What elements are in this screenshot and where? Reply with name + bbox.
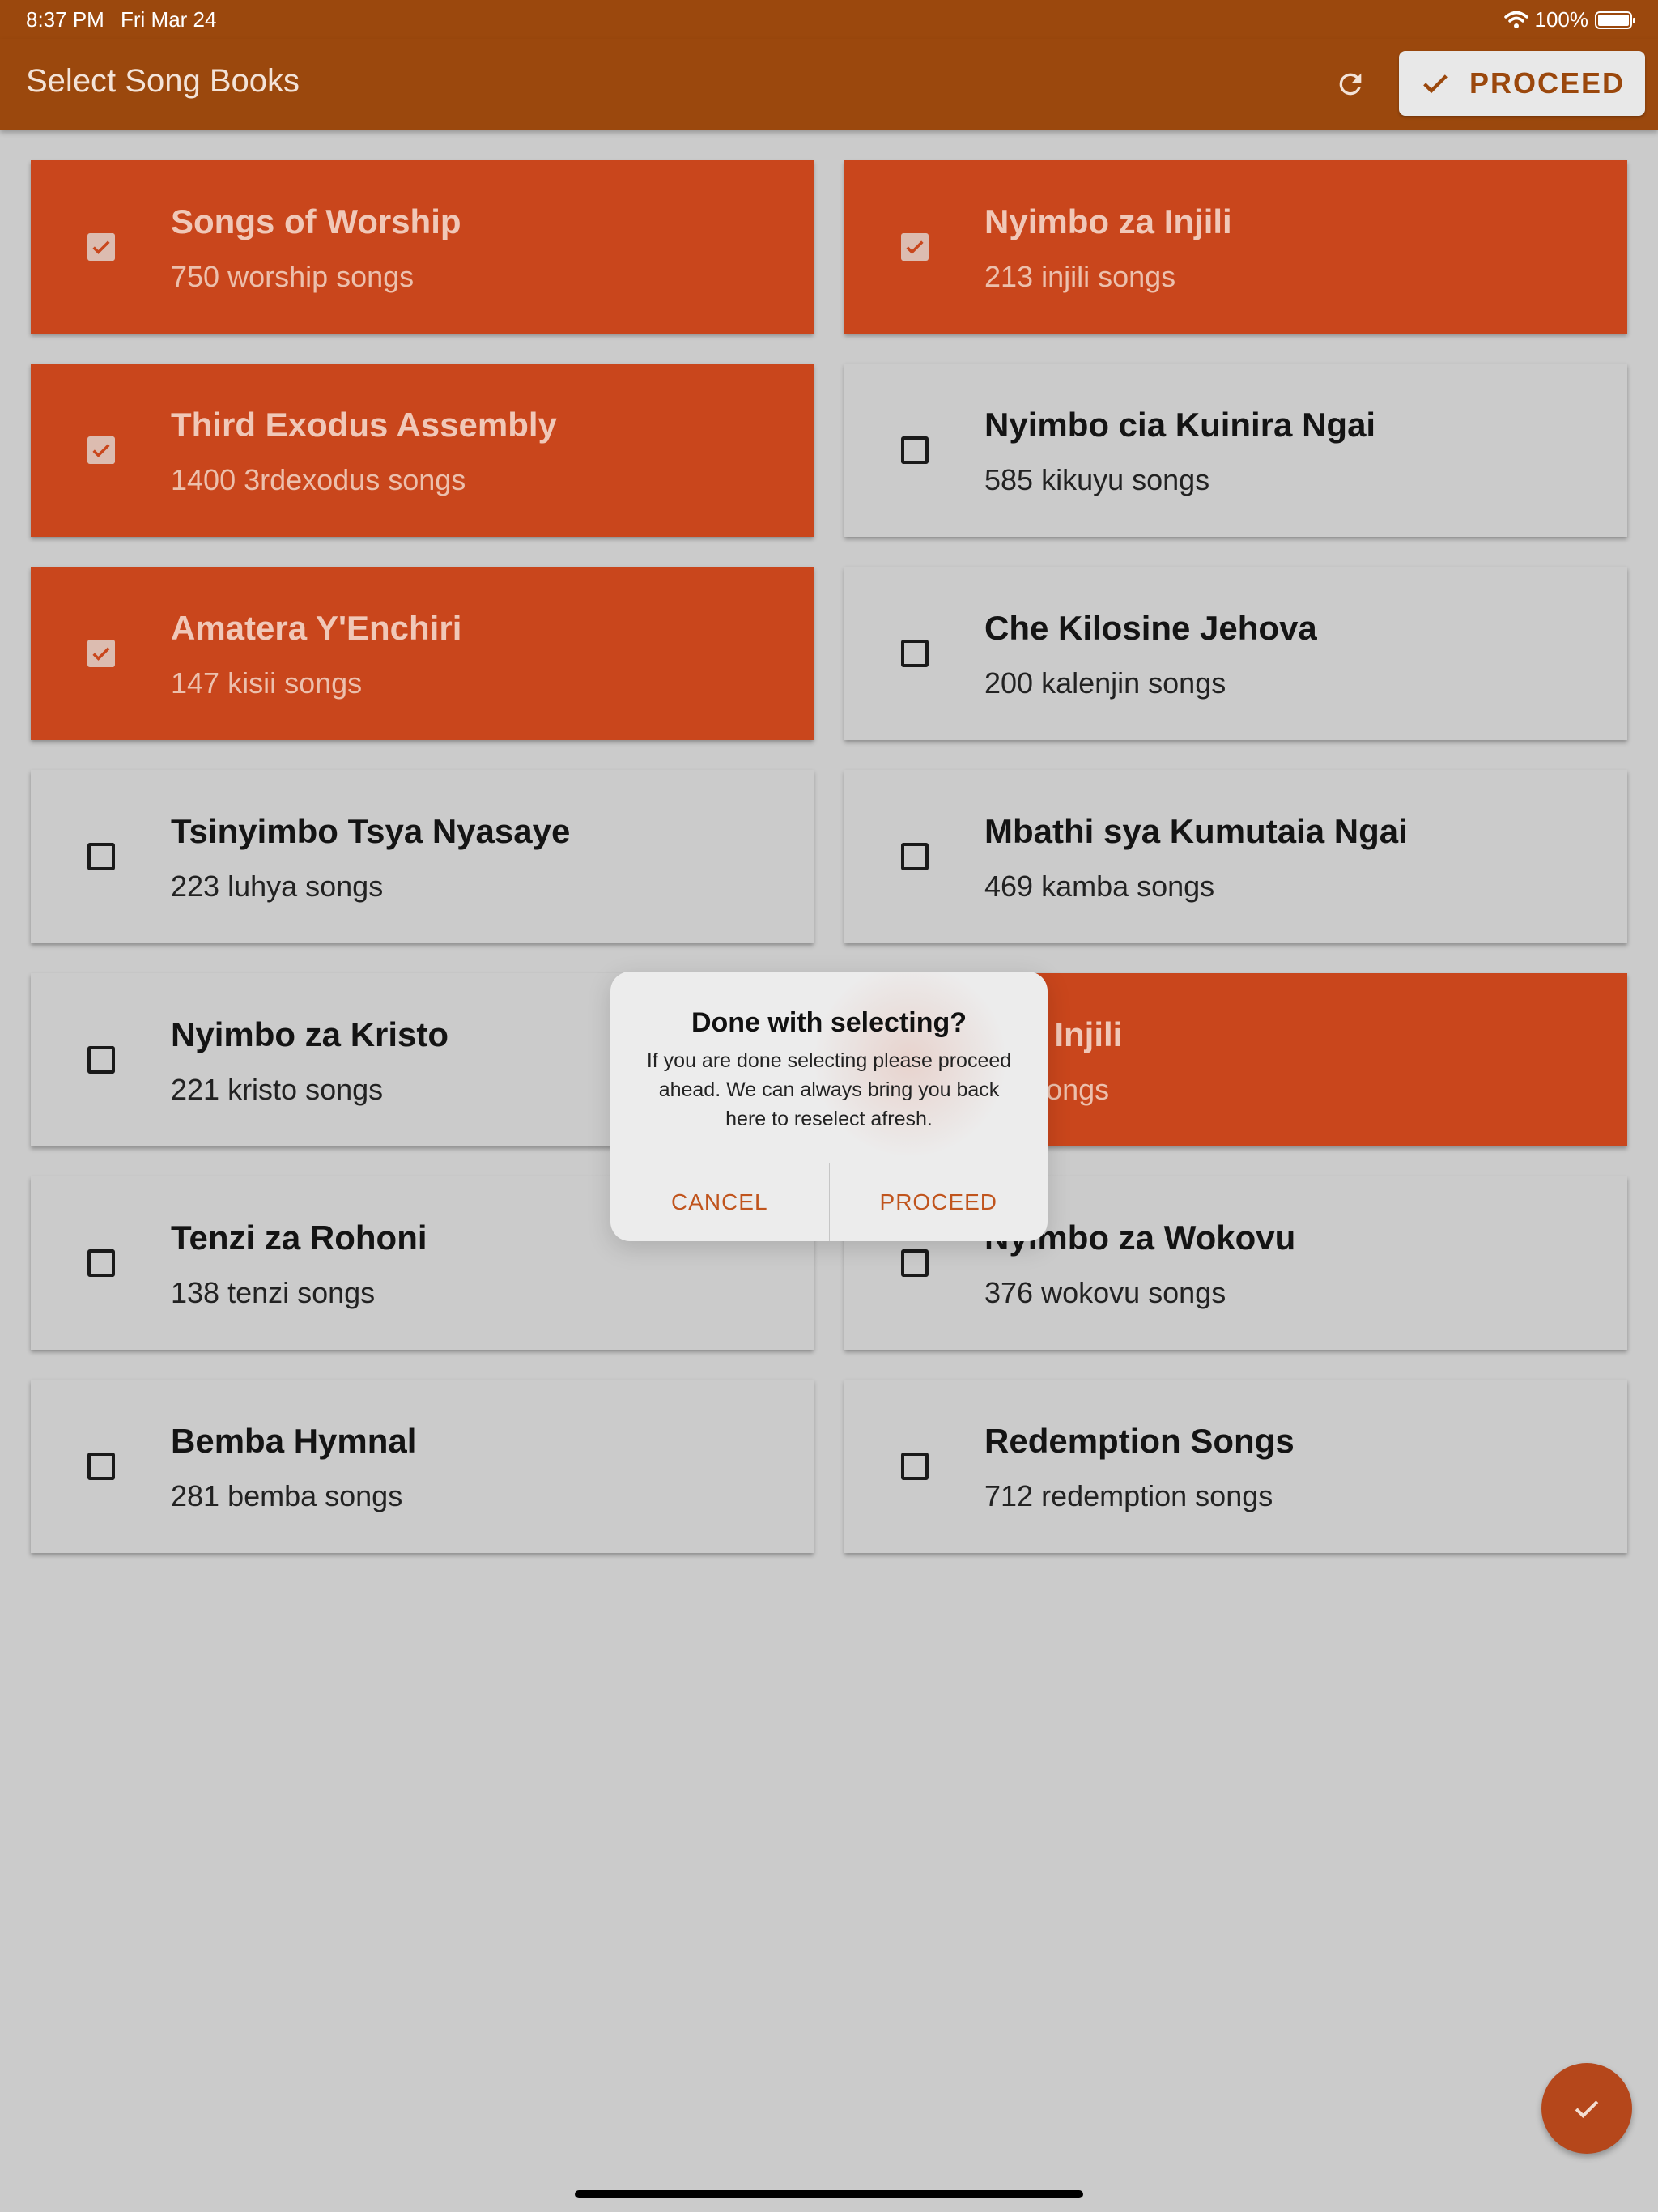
checkbox-icon[interactable] bbox=[87, 1046, 115, 1074]
check-icon bbox=[1575, 2100, 1599, 2119]
song-book-title: Nyimbo za Kristo bbox=[171, 1015, 449, 1053]
song-book-count: 147 kisii songs bbox=[171, 666, 363, 700]
checkbox-checked-icon[interactable] bbox=[87, 233, 115, 261]
checkbox-checked-icon[interactable] bbox=[87, 640, 115, 667]
check-icon bbox=[1423, 74, 1448, 94]
status-right: 100% bbox=[1503, 7, 1635, 32]
song-book-title: Tenzi za Rohoni bbox=[171, 1219, 427, 1257]
song-book-count: 712 redemption songs bbox=[984, 1479, 1273, 1512]
song-book-card[interactable]: Nyimbo za Injili 213 injili songs bbox=[844, 160, 1627, 334]
song-book-title: Mbathi sya Kumutaia Ngai bbox=[984, 812, 1408, 850]
song-book-title: Che Kilosine Jehova bbox=[984, 609, 1317, 647]
status-time: 8:37 PM bbox=[26, 7, 104, 32]
song-book-title: Nyimbo cia Kuinira Ngai bbox=[984, 406, 1376, 444]
dialog-actions: CANCEL PROCEED bbox=[610, 1163, 1048, 1241]
song-book-count: 376 wokovu songs bbox=[984, 1276, 1226, 1309]
song-book-title: Third Exodus Assembly bbox=[171, 406, 557, 444]
refresh-button[interactable] bbox=[1328, 62, 1373, 107]
checkbox-icon[interactable] bbox=[87, 1249, 115, 1277]
song-book-card[interactable]: Third Exodus Assembly 1400 3rdexodus song… bbox=[31, 364, 814, 537]
checkbox-checked-icon[interactable] bbox=[901, 233, 929, 261]
checkbox-icon[interactable] bbox=[901, 1249, 929, 1277]
checkbox-checked-icon[interactable] bbox=[87, 436, 115, 464]
song-book-title: Redemption Songs bbox=[984, 1422, 1295, 1460]
song-book-card[interactable]: Nyimbo cia Kuinira Ngai 585 kikuyu songs bbox=[844, 364, 1627, 537]
confirm-dialog: Done with selecting? If you are done sel… bbox=[610, 972, 1048, 1241]
song-book-count: 281 bemba songs bbox=[171, 1479, 403, 1512]
song-book-card[interactable]: Amatera Y'Enchiri 147 kisii songs bbox=[31, 567, 814, 740]
song-book-card[interactable]: Mbathi sya Kumutaia Ngai 469 kamba songs bbox=[844, 770, 1627, 943]
battery-percent: 100% bbox=[1534, 7, 1589, 32]
song-book-title: Bemba Hymnal bbox=[171, 1422, 417, 1460]
checkbox-icon[interactable] bbox=[901, 640, 929, 667]
song-book-title: Songs of Worship bbox=[171, 202, 461, 240]
status-date: Fri Mar 24 bbox=[121, 7, 217, 32]
refresh-icon bbox=[1339, 73, 1362, 96]
song-book-title: Tsinyimbo Tsya Nyasaye bbox=[171, 812, 571, 850]
song-book-card[interactable]: Songs of Worship 750 worship songs bbox=[31, 160, 814, 334]
song-book-count: 585 kikuyu songs bbox=[984, 463, 1210, 496]
fab-confirm-button[interactable] bbox=[1541, 2063, 1632, 2154]
song-book-count: 223 luhya songs bbox=[171, 870, 384, 903]
dialog-message: If you are done selecting please proceed… bbox=[646, 1049, 1012, 1130]
song-book-grid: Songs of Worship 750 worship songs Nyimbo … bbox=[31, 160, 1627, 1553]
dialog-cancel-button[interactable]: CANCEL bbox=[610, 1163, 829, 1241]
song-book-count: 750 worship songs bbox=[171, 260, 414, 293]
page-title: Select Song Books bbox=[26, 63, 300, 99]
song-book-card[interactable]: Tsinyimbo Tsya Nyasaye 223 luhya songs bbox=[31, 770, 814, 943]
song-book-count: 138 tenzi songs bbox=[171, 1276, 376, 1309]
checkbox-icon[interactable] bbox=[901, 436, 929, 464]
status-bar: 8:37 PM Fri Mar 24 100% bbox=[0, 0, 1658, 39]
battery-icon bbox=[1595, 11, 1635, 29]
song-book-count: 469 kamba songs bbox=[984, 870, 1215, 903]
song-book-title: Amatera Y'Enchiri bbox=[171, 609, 462, 647]
checkbox-icon[interactable] bbox=[901, 843, 929, 870]
song-book-count: 200 kalenjin songs bbox=[984, 666, 1226, 700]
home-indicator bbox=[575, 2190, 1083, 2198]
song-book-card[interactable]: Bemba Hymnal 281 bemba songs bbox=[31, 1380, 814, 1553]
checkbox-icon[interactable] bbox=[87, 1453, 115, 1480]
proceed-label: PROCEED bbox=[1469, 66, 1626, 100]
song-book-card[interactable]: Redemption Songs 712 redemption songs bbox=[844, 1380, 1627, 1553]
app-bar: Select Song Books PROCEED bbox=[0, 39, 1658, 130]
wifi-icon bbox=[1503, 11, 1528, 28]
appbar-proceed-button[interactable]: PROCEED bbox=[1399, 51, 1645, 116]
checkbox-icon[interactable] bbox=[901, 1453, 929, 1480]
song-book-card[interactable]: Che Kilosine Jehova 200 kalenjin songs bbox=[844, 567, 1627, 740]
song-book-count: 221 kristo songs bbox=[171, 1073, 384, 1106]
checkbox-icon[interactable] bbox=[87, 843, 115, 870]
song-book-count: 1400 3rdexodus songs bbox=[171, 463, 466, 496]
dialog-title: Done with selecting? bbox=[691, 1007, 967, 1038]
song-book-title: Nyimbo za Injili bbox=[984, 202, 1232, 240]
song-book-count: 213 injili songs bbox=[984, 260, 1176, 293]
dialog-proceed-button[interactable]: PROCEED bbox=[828, 1163, 1048, 1241]
